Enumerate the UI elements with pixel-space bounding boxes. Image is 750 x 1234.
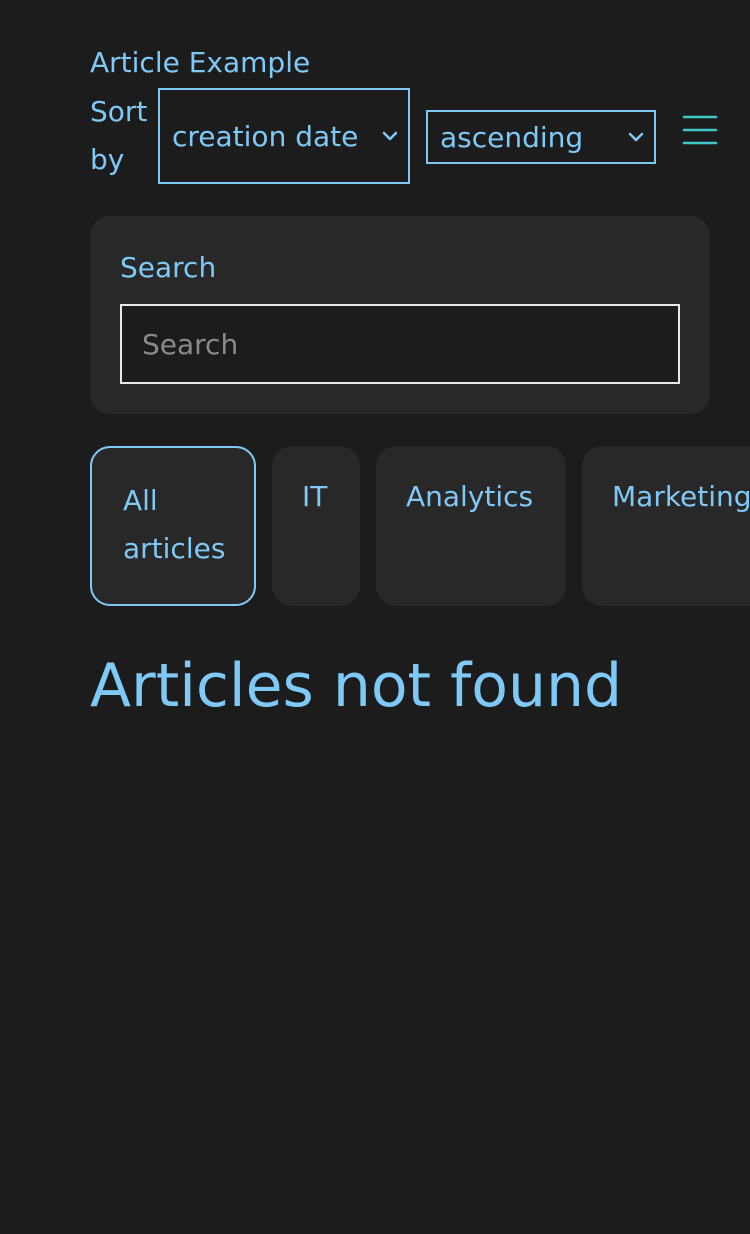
search-panel: Search <box>90 216 710 414</box>
chevron-down-icon <box>382 131 398 141</box>
app-title[interactable]: Article Example <box>90 42 310 84</box>
sort-field-value: creation date <box>172 119 359 153</box>
articles-page: Article Example Sort by creation date as… <box>0 0 750 1234</box>
articles-not-found-message: Articles not found <box>90 651 623 721</box>
tab-label: All articles <box>123 484 226 565</box>
hamburger-menu-icon[interactable] <box>682 114 718 146</box>
sort-field-select[interactable]: creation date <box>158 88 410 184</box>
tab-marketing[interactable]: Marketing <box>582 446 750 606</box>
tab-it[interactable]: IT <box>272 446 360 606</box>
search-input[interactable] <box>120 304 680 384</box>
sort-by-label: Sort by <box>90 95 148 176</box>
tab-analytics[interactable]: Analytics <box>376 446 566 606</box>
tab-all-articles[interactable]: All articles <box>90 446 256 606</box>
sort-order-value: ascending <box>440 120 584 154</box>
tab-label: Analytics <box>406 480 534 513</box>
sort-order-select[interactable]: ascending <box>426 110 656 164</box>
tab-label: IT <box>302 480 328 513</box>
search-label: Search <box>120 251 217 284</box>
chevron-down-icon <box>628 132 644 142</box>
tab-label: Marketing <box>612 480 750 513</box>
